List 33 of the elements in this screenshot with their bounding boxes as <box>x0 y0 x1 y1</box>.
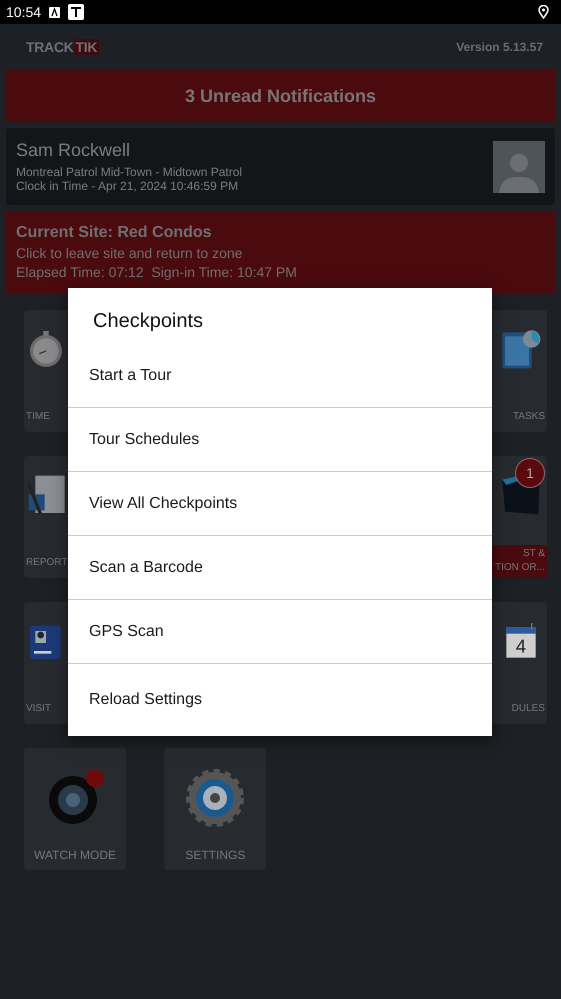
tile-label: TION OR... <box>494 561 545 575</box>
dialog-title: Checkpoints <box>92 309 204 334</box>
notification-icon <box>68 4 84 20</box>
menu-item[interactable]: Scan a Barcode <box>68 536 492 600</box>
tile-label: SETTINGS <box>185 848 246 862</box>
menu-item[interactable]: Start a Tour <box>68 344 492 408</box>
location-icon <box>538 5 549 19</box>
version-label: Version 5.13.57 <box>456 40 543 54</box>
tile-label: DULES <box>512 702 545 716</box>
menu-item[interactable]: Tour Schedules <box>68 408 492 472</box>
menu-item[interactable]: GPS Scan <box>68 600 492 664</box>
status-time: 10:54 <box>6 4 42 20</box>
gear-icon <box>185 766 246 828</box>
site-title: Current Site: Red Condos <box>16 224 213 242</box>
tile-label: REPORT <box>26 556 68 570</box>
menu-item[interactable]: Reload Settings <box>68 664 492 736</box>
tile-label: ST & <box>522 547 545 561</box>
tile-label: WATCH MODE <box>34 848 116 862</box>
menu-item[interactable]: View All Checkpoints <box>68 472 492 536</box>
site-hint: Click to leave site and return to zone <box>16 244 244 263</box>
tile-label: TASKS <box>512 410 545 424</box>
tile-label: VISIT <box>26 702 52 716</box>
user-zone: Montreal Patrol Mid-Town - Midtown Patrol <box>16 165 242 179</box>
notepad-icon <box>26 474 66 516</box>
count-badge: 1 <box>514 458 545 488</box>
app-logo: TRACKTIK <box>26 39 100 55</box>
clock-in-time: Clock in Time - Apr 21, 2024 10:46:59 PM <box>16 179 240 193</box>
site-times: Elapsed Time: 07:12 Sign-in Time: 10:47 PM <box>16 263 298 282</box>
clipboard-icon <box>500 328 541 370</box>
notification-icon <box>49 6 60 18</box>
user-name: Sam Rockwell <box>16 140 132 161</box>
avatar-placeholder <box>493 140 545 192</box>
tile-label: TIME <box>26 410 50 424</box>
